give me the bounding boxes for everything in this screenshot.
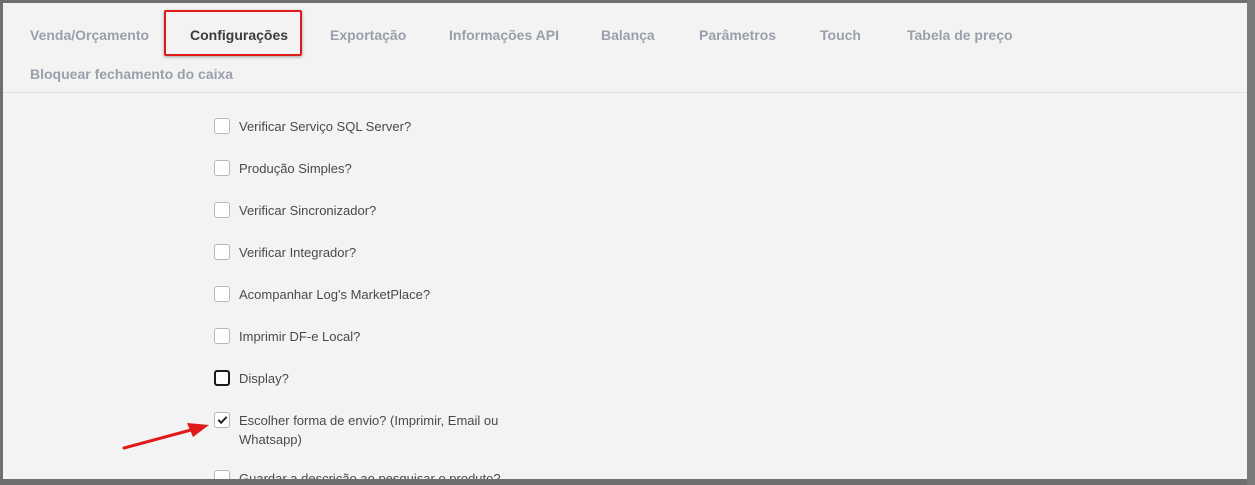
- checkbox[interactable]: [214, 370, 230, 386]
- checkbox[interactable]: [214, 244, 230, 260]
- checkbox[interactable]: [214, 160, 230, 176]
- option-label: Verificar Serviço SQL Server?: [239, 119, 412, 134]
- tab-informacoes-api[interactable]: Informações API: [449, 26, 559, 44]
- tab-bloquear-fechamento-caixa[interactable]: Bloquear fechamento do caixa: [30, 65, 233, 83]
- tab-configuracoes[interactable]: Configurações: [190, 26, 288, 44]
- option-acompanhar-logs-marketplace: Acompanhar Log's MarketPlace?: [214, 285, 534, 304]
- option-label: Guardar a descrição ao pesquisar o produ…: [239, 471, 501, 479]
- tab-venda-orcamento[interactable]: Venda/Orçamento: [30, 26, 149, 44]
- option-label: Verificar Sincronizador?: [239, 203, 377, 218]
- tab-tabela-de-preco[interactable]: Tabela de preço: [907, 26, 1013, 44]
- tab-exportacao[interactable]: Exportação: [330, 26, 406, 44]
- option-verificar-sql-server: Verificar Serviço SQL Server?: [214, 117, 534, 136]
- tab-touch[interactable]: Touch: [820, 26, 861, 44]
- checkbox[interactable]: [214, 118, 230, 134]
- tab-balanca[interactable]: Balança: [601, 26, 655, 44]
- settings-panel: Venda/Orçamento Configurações Exportação…: [3, 3, 1247, 479]
- option-label: Acompanhar Log's MarketPlace?: [239, 287, 431, 302]
- option-label: Escolher forma de envio? (Imprimir, Emai…: [239, 413, 499, 447]
- option-label: Verificar Integrador?: [239, 245, 357, 260]
- tab-parametros[interactable]: Parâmetros: [699, 26, 776, 44]
- option-escolher-forma-envio: Escolher forma de envio? (Imprimir, Emai…: [214, 411, 514, 449]
- red-arrow-icon: [122, 423, 209, 450]
- checkbox[interactable]: [214, 286, 230, 302]
- tab-bar: Venda/Orçamento Configurações Exportação…: [3, 3, 1247, 93]
- option-imprimir-dfe-local: Imprimir DF-e Local?: [214, 327, 534, 346]
- option-display: Display?: [214, 369, 534, 388]
- checkbox[interactable]: [214, 328, 230, 344]
- option-label: Display?: [239, 371, 289, 386]
- checkbox[interactable]: [214, 202, 230, 218]
- option-label: Imprimir DF-e Local?: [239, 329, 361, 344]
- option-guardar-descricao: Guardar a descrição ao pesquisar o produ…: [214, 469, 534, 479]
- checkbox[interactable]: [214, 470, 230, 479]
- window-edge: [1247, 0, 1255, 485]
- check-icon: [217, 413, 227, 424]
- option-verificar-sincronizador: Verificar Sincronizador?: [214, 201, 534, 220]
- checkbox[interactable]: [214, 412, 230, 428]
- option-producao-simples: Produção Simples?: [214, 159, 534, 178]
- option-label: Produção Simples?: [239, 161, 352, 176]
- option-verificar-integrador: Verificar Integrador?: [214, 243, 534, 262]
